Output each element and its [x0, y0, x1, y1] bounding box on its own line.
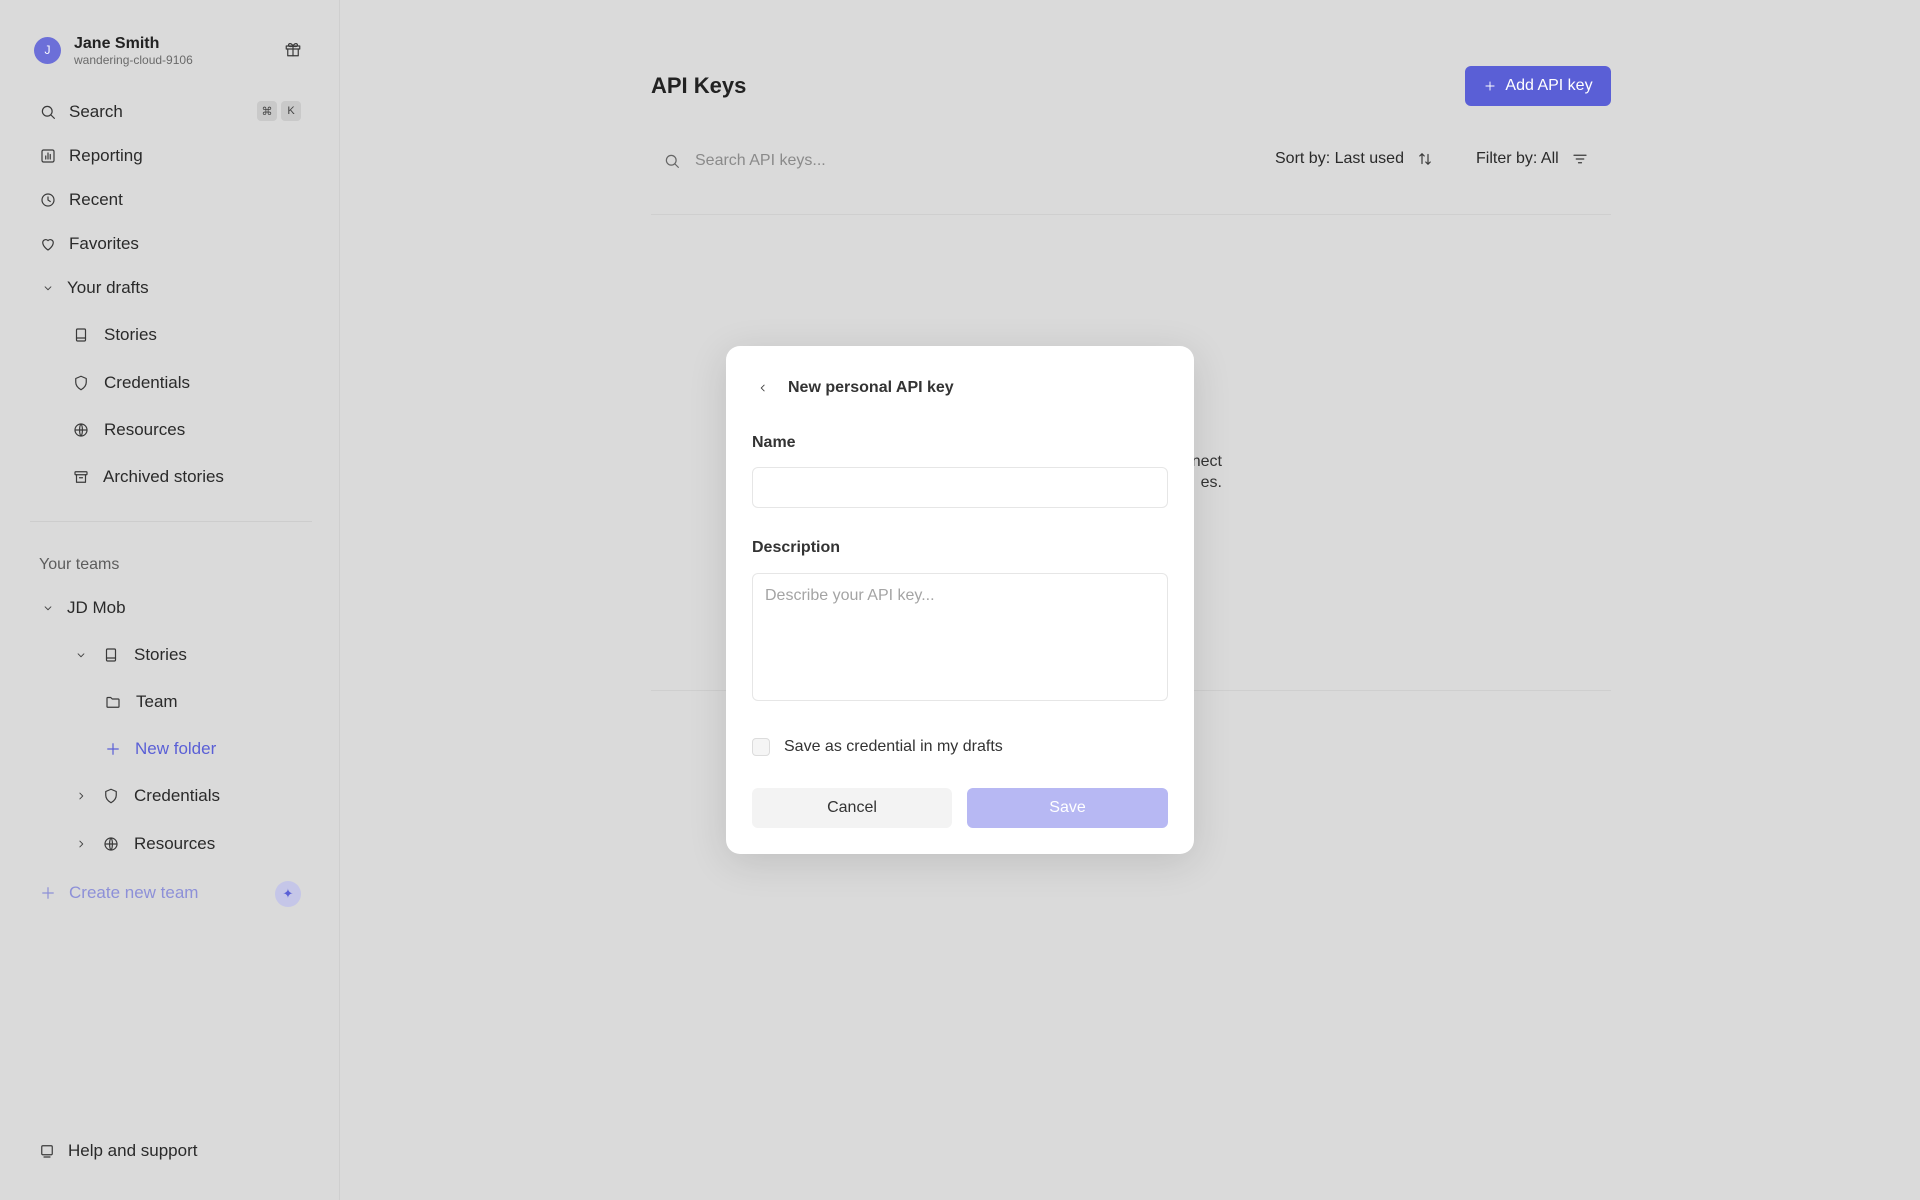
user-name: Jane Smith	[74, 34, 160, 52]
sidebar-item-recent[interactable]: Recent	[39, 185, 123, 215]
add-api-key-button[interactable]: Add API key	[1465, 66, 1611, 106]
chevron-down-icon	[41, 601, 55, 615]
sidebar-item-label: Stories	[104, 325, 157, 344]
api-key-search	[651, 145, 1611, 177]
sidebar-item-label: Favorites	[69, 234, 139, 253]
sidebar-item-label: Search	[69, 102, 123, 121]
heart-icon	[39, 235, 57, 253]
sidebar: J Jane Smith wandering-cloud-9106 Search…	[0, 0, 340, 1200]
book-icon	[102, 646, 120, 664]
dialog-title: New personal API key	[788, 379, 954, 396]
sidebar-item-favorites[interactable]: Favorites	[39, 229, 139, 259]
help-support-button[interactable]: Help and support	[38, 1136, 197, 1166]
sidebar-item-search[interactable]: Search	[39, 97, 123, 127]
shield-icon	[102, 787, 120, 805]
chevron-right-icon	[74, 789, 88, 803]
filter-icon	[1571, 150, 1589, 168]
sidebar-item-label: Recent	[69, 190, 123, 209]
sidebar-item-your-drafts[interactable]: Your drafts	[41, 273, 149, 303]
sort-label: Sort by: Last used	[1275, 150, 1404, 167]
search-icon	[663, 152, 681, 170]
chevron-right-icon	[74, 837, 88, 851]
search-shortcut: ⌘ K	[257, 101, 301, 121]
chevron-left-icon[interactable]	[756, 381, 770, 395]
sidebar-item-label: Reporting	[69, 146, 143, 165]
save-credential-label: Save as credential in my drafts	[784, 738, 1003, 755]
sidebar-item-label: Stories	[134, 645, 187, 664]
sort-dropdown[interactable]: Sort by: Last used	[1275, 150, 1434, 168]
sidebar-item-label: Team	[136, 692, 178, 711]
avatar: J	[34, 36, 61, 64]
shield-icon	[72, 374, 90, 392]
dialog-header: New personal API key	[756, 379, 954, 397]
plus-icon	[39, 884, 57, 902]
name-label: Name	[752, 434, 796, 451]
search-input[interactable]	[695, 152, 1115, 170]
user-handle: wandering-cloud-9106	[74, 52, 193, 67]
archive-icon	[72, 468, 90, 486]
plus-icon	[104, 740, 122, 758]
chevron-down-icon	[74, 648, 88, 662]
sidebar-item-team-credentials[interactable]: Credentials	[74, 781, 220, 811]
new-folder-button[interactable]: New folder	[104, 734, 216, 764]
sidebar-item-label: Your drafts	[67, 278, 149, 297]
sidebar-item-drafts-credentials[interactable]: Credentials	[72, 368, 190, 398]
shortcut-key: ⌘	[257, 101, 277, 121]
plus-icon	[1483, 79, 1497, 93]
new-folder-label: New folder	[135, 739, 217, 758]
gift-icon[interactable]	[284, 40, 302, 58]
filter-label: Filter by: All	[1476, 150, 1559, 167]
description-label: Description	[752, 539, 841, 556]
sidebar-item-label: Credentials	[104, 373, 190, 392]
cancel-button[interactable]: Cancel	[752, 788, 952, 828]
sidebar-item-drafts-stories[interactable]: Stories	[72, 320, 157, 350]
sidebar-item-team-stories[interactable]: Stories	[74, 640, 187, 670]
book-icon	[72, 326, 90, 344]
save-credential-checkbox[interactable]	[752, 738, 770, 756]
globe-icon	[102, 835, 120, 853]
sidebar-item-label: Resources	[104, 420, 186, 439]
globe-icon	[72, 421, 90, 439]
sparkle-icon[interactable]: ✦	[275, 881, 301, 907]
create-team-label: Create new team	[69, 883, 199, 902]
sidebar-item-reporting[interactable]: Reporting	[39, 141, 143, 171]
page-title: API Keys	[651, 73, 747, 98]
search-icon	[39, 103, 57, 121]
save-credential-option[interactable]: Save as credential in my drafts	[752, 738, 1003, 756]
chevron-down-icon	[41, 281, 55, 295]
create-team-button[interactable]: Create new team	[39, 878, 198, 908]
sidebar-item-label: Archived stories	[103, 467, 224, 486]
sidebar-item-team-folder[interactable]: Team	[104, 687, 178, 717]
new-api-key-dialog: New personal API key Name Description Sa…	[726, 346, 1194, 854]
sidebar-divider	[30, 521, 312, 522]
sort-arrows-icon	[1416, 150, 1434, 168]
sidebar-item-label: JD Mob	[67, 598, 126, 617]
help-label: Help and support	[68, 1141, 198, 1160]
description-field[interactable]	[752, 573, 1168, 701]
sidebar-item-drafts-resources[interactable]: Resources	[72, 415, 185, 445]
teams-heading: Your teams	[39, 556, 120, 573]
chart-icon	[39, 147, 57, 165]
sidebar-item-label: Credentials	[134, 786, 220, 805]
list-divider-top	[651, 214, 1611, 215]
user-menu[interactable]: J Jane Smith wandering-cloud-9106	[34, 30, 304, 70]
clock-icon	[39, 191, 57, 209]
sidebar-item-archived-stories[interactable]: Archived stories	[72, 462, 224, 492]
shortcut-key: K	[281, 101, 301, 121]
sidebar-item-label: Resources	[134, 834, 216, 853]
sidebar-item-team-jd-mob[interactable]: JD Mob	[41, 593, 126, 623]
filter-dropdown[interactable]: Filter by: All	[1476, 150, 1589, 168]
save-button[interactable]: Save	[967, 788, 1168, 828]
sidebar-item-team-resources[interactable]: Resources	[74, 829, 215, 859]
name-field[interactable]	[752, 467, 1168, 508]
help-icon	[38, 1142, 56, 1160]
folder-icon	[104, 693, 122, 711]
add-api-key-label: Add API key	[1505, 77, 1593, 94]
